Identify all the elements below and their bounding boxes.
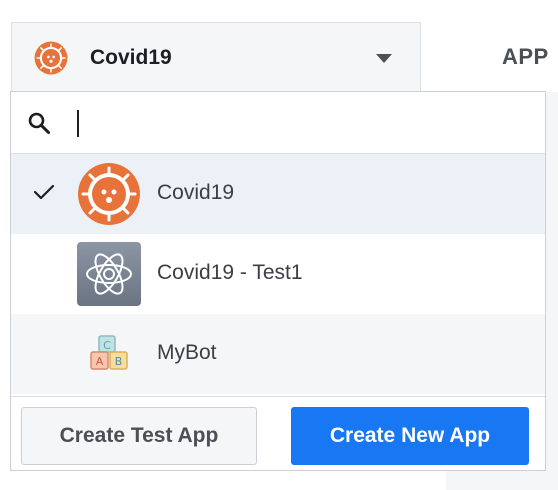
svg-text:A: A	[96, 355, 104, 368]
app-option-label: Covid19 - Test1	[157, 261, 303, 284]
search-icon	[28, 112, 50, 134]
search-bar	[11, 92, 545, 154]
atom-app-icon	[77, 242, 141, 306]
blocks-app-icon: C A B	[90, 335, 128, 370]
app-option-label: MyBot	[157, 341, 217, 364]
virus-app-icon	[78, 163, 140, 225]
text-cursor	[77, 110, 79, 137]
app-option-label: Covid19	[157, 181, 235, 204]
app-option-mybot[interactable]: C A B MyBot	[11, 314, 545, 394]
create-new-app-button[interactable]: Create New App	[291, 407, 529, 465]
virus-app-icon	[34, 41, 68, 75]
svg-text:B: B	[115, 355, 123, 368]
svg-text:C: C	[103, 339, 111, 352]
search-input[interactable]	[71, 106, 515, 142]
app-section-label: APP	[502, 44, 549, 69]
selected-app-name: Covid19	[90, 46, 172, 69]
page-header-right: APP	[422, 22, 558, 92]
create-test-app-button[interactable]: Create Test App	[21, 407, 257, 465]
checkmark-icon	[33, 184, 55, 200]
app-option-covid19-test1[interactable]: Covid19 - Test1	[11, 234, 545, 314]
dropdown-footer: Create Test App Create New App	[11, 396, 545, 470]
app-dropdown: Covid19 Covid19 - Test1 C A B MyBot Crea…	[10, 91, 546, 471]
app-selector[interactable]: Covid19	[11, 22, 421, 91]
caret-down-icon[interactable]	[376, 54, 392, 63]
app-option-covid19[interactable]: Covid19	[11, 154, 545, 234]
